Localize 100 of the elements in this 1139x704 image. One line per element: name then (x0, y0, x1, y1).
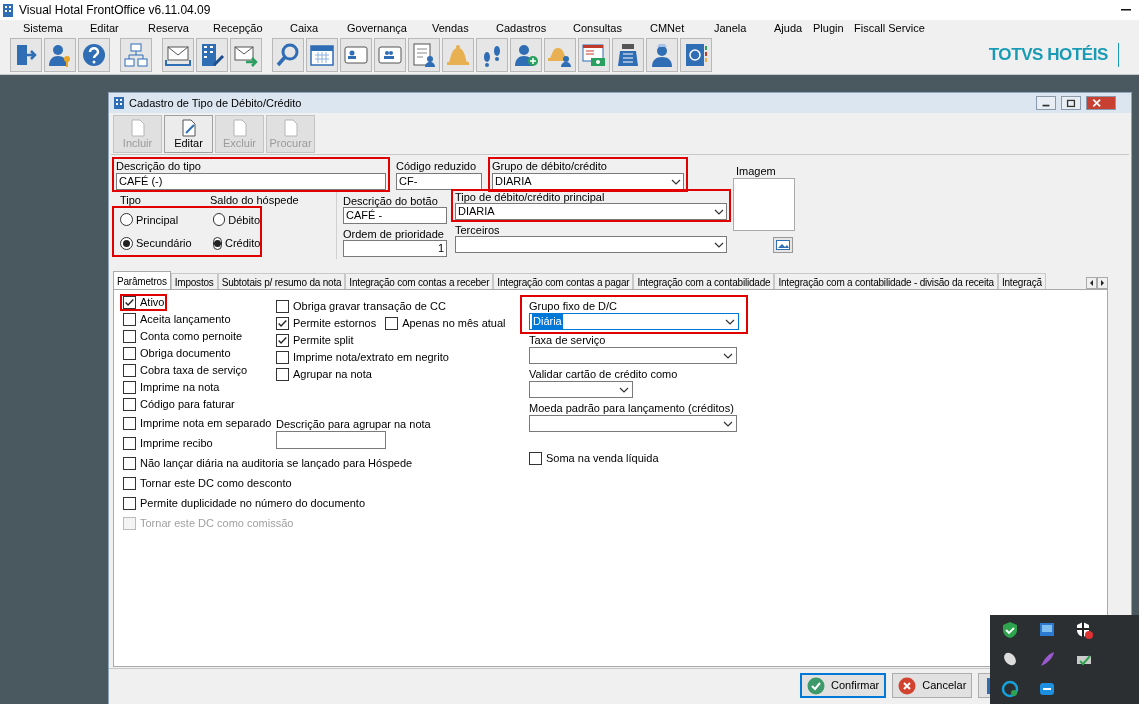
menu-item[interactable]: Consultas (573, 21, 622, 34)
caret-icon (723, 352, 733, 359)
toolbar-button[interactable] (408, 38, 440, 72)
tab[interactable]: Integração com contas a receber (345, 273, 494, 289)
checkbox[interactable] (276, 351, 289, 364)
checkbox[interactable] (123, 476, 136, 490)
toolbar-button[interactable] (10, 38, 42, 72)
radio-button[interactable] (213, 213, 226, 227)
menu-item[interactable]: Janela (714, 21, 747, 34)
close-icon[interactable] (1086, 96, 1116, 110)
input-field[interactable]: CAFÉ (-) (116, 173, 386, 190)
menu-item[interactable]: Plugin (813, 21, 844, 34)
toolbar-button[interactable] (162, 38, 194, 72)
toolbar-button[interactable] (646, 38, 678, 72)
tab[interactable]: Integraçã (997, 273, 1046, 289)
checkbox[interactable] (123, 364, 136, 377)
dialog-title: Cadastro de Tipo de Débito/Crédito (129, 95, 302, 111)
checkbox-label: Código para faturar (140, 397, 235, 413)
user-key-icon (47, 42, 73, 68)
toolbar-button[interactable] (196, 38, 228, 72)
input-field[interactable]: CAFÉ - (343, 207, 447, 224)
toolbar-button[interactable] (374, 38, 406, 72)
tab[interactable]: Parâmetros (113, 271, 171, 289)
radio-label: Principal (136, 212, 179, 228)
dropdown[interactable] (529, 415, 737, 432)
dropdown[interactable] (455, 236, 727, 253)
checkbox[interactable] (123, 416, 136, 430)
monitor-icon[interactable] (1037, 620, 1056, 639)
checkbox-label: Soma na venda líquida (546, 451, 659, 466)
input-field[interactable]: 1 (343, 240, 447, 257)
toolbar-button[interactable] (306, 38, 338, 72)
menu-item[interactable]: Editar (90, 21, 119, 34)
menu-item[interactable]: Ajuda (774, 21, 803, 34)
checkbox[interactable] (276, 317, 289, 330)
menu-item[interactable]: Sistema (23, 21, 63, 34)
cancel-button[interactable]: Cancelar (892, 673, 973, 698)
group-title: Saldo do hóspede (210, 194, 299, 206)
menu-item[interactable]: Vendas (432, 21, 469, 34)
menu-item[interactable]: CMNet (650, 21, 685, 34)
scroll-left-icon[interactable] (1086, 277, 1097, 289)
toolbar-button[interactable] (340, 38, 372, 72)
toolbar-button[interactable] (544, 38, 576, 72)
tab[interactable]: Subtotais p/ resumo da nota (217, 273, 346, 289)
checkbox[interactable] (276, 334, 289, 347)
checkbox[interactable] (123, 496, 136, 510)
toolbar-button[interactable] (612, 38, 644, 72)
radio-button[interactable] (120, 236, 133, 250)
shield-warning-icon[interactable] (1074, 620, 1093, 639)
checkbox[interactable] (529, 451, 542, 465)
scroll-right-icon[interactable] (1097, 277, 1108, 289)
checkbox[interactable] (123, 330, 136, 343)
tab[interactable]: Integração com contas a pagar (493, 273, 634, 289)
menu-item[interactable]: Cadastros (496, 21, 547, 34)
radio-button[interactable] (120, 213, 133, 227)
checkbox[interactable] (123, 313, 136, 326)
toolbar-button[interactable]: Editar (164, 115, 213, 153)
checkbox-label: Apenas no mês atual (402, 316, 506, 332)
image-button[interactable] (773, 237, 793, 253)
menu-item[interactable]: Reserva (148, 21, 189, 34)
tab[interactable]: Integração com a contabilidade (633, 273, 775, 289)
toolbar-button[interactable] (578, 38, 610, 72)
dropdown[interactable] (529, 347, 737, 364)
checkbox[interactable] (123, 456, 136, 470)
toolbar-button[interactable] (510, 38, 542, 72)
tab[interactable]: Impostos (170, 273, 218, 289)
minimize-icon[interactable] (1121, 9, 1131, 11)
checkbox[interactable] (123, 398, 136, 411)
confirm-button[interactable]: Confirmar (800, 673, 887, 698)
toolbar-button[interactable] (78, 38, 110, 72)
dropdown[interactable] (529, 381, 633, 398)
radio-button[interactable] (213, 236, 222, 250)
minimize-icon[interactable] (1036, 96, 1056, 110)
input-field[interactable] (276, 431, 386, 449)
checkbox[interactable] (123, 381, 136, 394)
chat-icon[interactable] (1000, 680, 1019, 699)
toolbar-button[interactable] (44, 38, 76, 72)
input-field[interactable]: CF- (396, 173, 482, 190)
shield-check-icon[interactable] (1000, 620, 1019, 639)
checkbox[interactable] (276, 300, 289, 313)
toolbar-button[interactable] (680, 38, 712, 72)
document-icon (282, 119, 299, 137)
menu-item[interactable]: Fiscall Service (854, 21, 925, 34)
field-label: Validar cartão de crédito como (529, 367, 678, 381)
menu-item[interactable]: Caixa (290, 21, 319, 34)
toolbar-button[interactable] (272, 38, 304, 72)
checkbox[interactable] (123, 436, 136, 450)
check-icon (277, 317, 288, 330)
checkbox[interactable] (123, 296, 136, 309)
menu-item[interactable]: Recepção (213, 21, 263, 34)
checkbox[interactable] (385, 317, 399, 330)
caret-icon (725, 318, 735, 325)
checkbox[interactable] (276, 368, 289, 381)
dropdown[interactable]: Diária (529, 313, 739, 330)
restore-icon[interactable] (1061, 96, 1081, 110)
checkbox-label: Tornar este DC como comissão (140, 515, 294, 531)
menu-item[interactable]: Governança (347, 21, 407, 34)
checkbox[interactable] (123, 347, 136, 360)
tab[interactable]: Integração com a contabilidade - divisão da receita (774, 273, 998, 289)
toolbar-button[interactable] (476, 38, 508, 72)
dropdown[interactable]: DIARIA (455, 203, 727, 220)
